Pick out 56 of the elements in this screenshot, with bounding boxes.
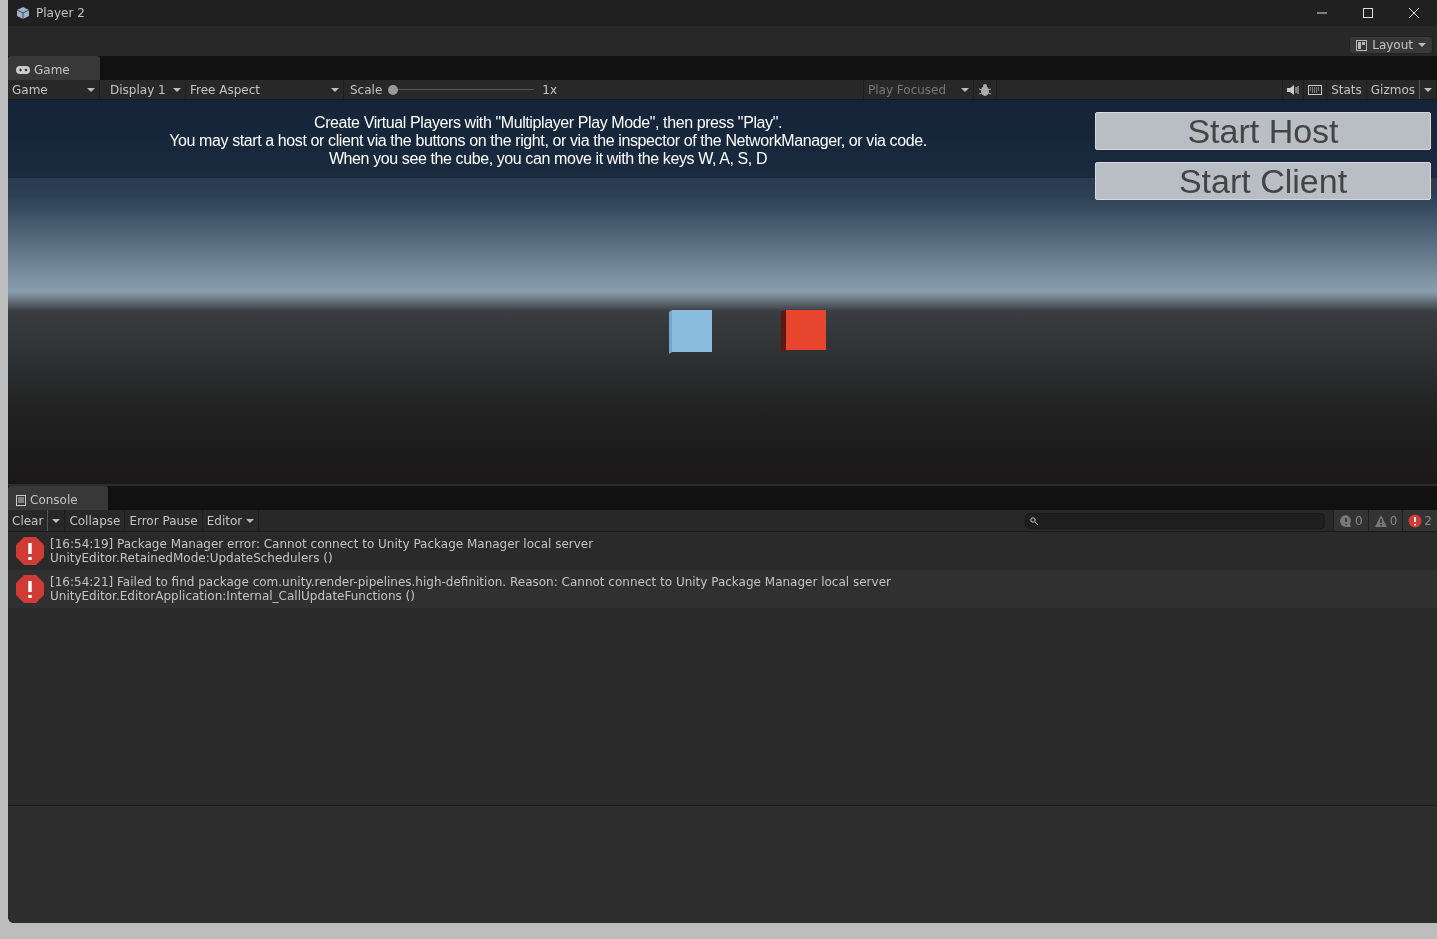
maximize-icon[interactable] <box>1363 8 1373 18</box>
stats-button[interactable]: Stats <box>1327 80 1367 99</box>
game-tab[interactable]: Game <box>8 56 100 80</box>
speaker-icon <box>1287 84 1300 95</box>
log-entry[interactable]: [16:54:19] Package Manager error: Cannot connect to Unity Package Manager local server UnityEditor.RetainedMode:UpdateSchedulers () <box>8 532 1437 570</box>
view-dropdown[interactable]: Game <box>8 80 100 99</box>
gizmos-button[interactable]: Gizmos <box>1366 80 1420 99</box>
error-icon <box>16 537 44 565</box>
message-text: You may start a host or client via the buttons on the right, or via the inspector of the NetworkManager, or via code. <box>169 132 927 150</box>
scale-label: Scale <box>350 81 383 99</box>
info-icon <box>1339 513 1354 528</box>
mute-audio-button[interactable] <box>1282 80 1305 99</box>
console-tab[interactable]: Console <box>8 486 108 510</box>
aspect-dropdown[interactable]: Free Aspect <box>186 80 344 99</box>
bug-icon <box>978 82 992 97</box>
scale-reading: 1x <box>542 81 557 99</box>
caret-icon <box>1418 43 1426 47</box>
warning-icon <box>1373 513 1388 528</box>
layout-icon <box>1356 39 1368 51</box>
search-field[interactable] <box>1025 512 1326 529</box>
error-icon <box>1408 513 1423 528</box>
caret-icon <box>246 518 255 523</box>
layout-button[interactable]: Layout <box>1349 36 1433 54</box>
caret-icon <box>87 87 95 92</box>
clear-button[interactable]: Clear <box>8 510 49 531</box>
collapse-button[interactable]: Collapse <box>65 510 126 531</box>
log-message: [16:54:21] Failed to find package com.unity.render-pipelines.high-definition. Reason: Cannot connect to Unity Package Manager local server <box>50 575 891 589</box>
search-icon <box>1030 516 1039 525</box>
list-icon <box>16 494 26 506</box>
error-icon <box>16 575 44 603</box>
message-count-toggle[interactable]: 2 <box>1402 510 1437 531</box>
log-entry[interactable]: [16:54:21] Failed to find package com.unity.render-pipelines.high-definition. Reason: Cannot connect to Unity Package Manager local server UnityEditor.EditorApplication:Internal_CallUpdateFunctions () <box>8 570 1437 608</box>
close-icon[interactable] <box>1409 8 1419 18</box>
log-stack-trace: UnityEditor.RetainedMode:UpdateSchedulers () <box>50 551 334 565</box>
display-dropdown[interactable]: Display 1 <box>100 80 186 99</box>
keyboard-icon <box>1308 84 1323 95</box>
error-pause-button[interactable]: Error Pause <box>125 510 203 531</box>
window-title: Player 2 <box>36 5 85 22</box>
caret-icon <box>331 87 339 92</box>
start-button[interactable]: Start Host <box>1095 112 1431 150</box>
cube-logo-icon <box>16 6 30 20</box>
message-count-toggle[interactable]: 0 <box>1333 510 1368 531</box>
message-text: Create Virtual Players with "Multiplayer Play Mode", then press "Play". <box>314 114 782 132</box>
cube-drawing <box>669 310 713 354</box>
caret-icon <box>52 518 61 523</box>
log-stack-trace: UnityEditor.EditorApplication:Internal_CallUpdateFunctions () <box>50 589 416 603</box>
message-text: When you see the cube, you can move it with the keys W, A, S, D <box>328 150 768 168</box>
editor-dropdown[interactable]: Editor <box>202 510 260 531</box>
start-button[interactable]: Start Client <box>1095 162 1431 200</box>
message-count-toggle[interactable]: 0 <box>1367 510 1403 531</box>
caret-icon <box>173 87 181 92</box>
log-message: [16:54:19] Package Manager error: Cannot connect to Unity Package Manager local server <box>50 537 594 551</box>
cube-drawing <box>781 310 827 352</box>
gamepad-icon <box>16 66 30 74</box>
caret-icon <box>961 87 969 92</box>
caret-icon <box>1424 87 1432 92</box>
